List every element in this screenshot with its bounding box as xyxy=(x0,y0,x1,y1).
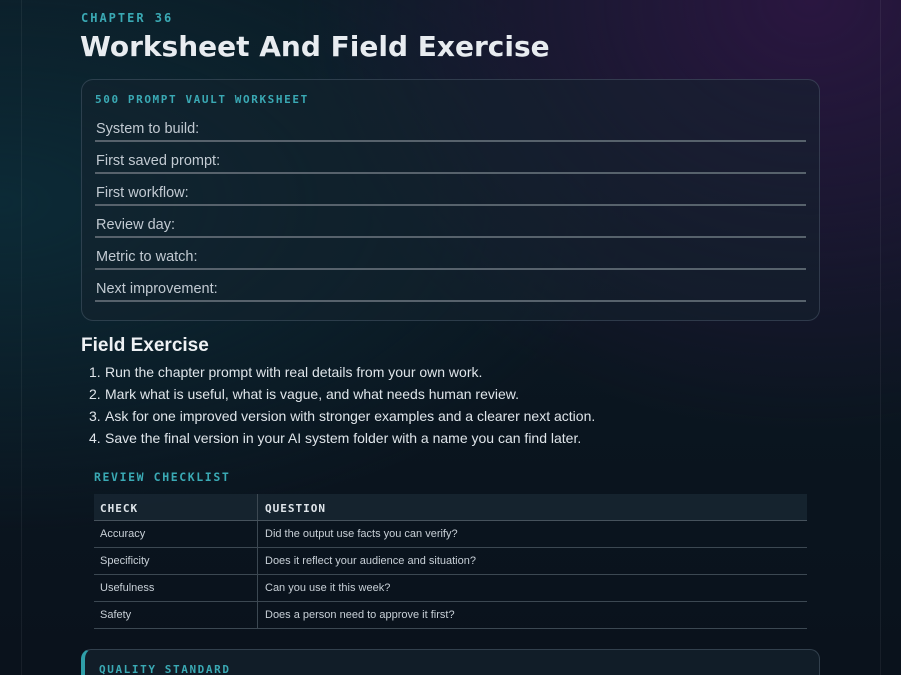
left-edge-line xyxy=(21,0,22,675)
chapter-label: CHAPTER 36 xyxy=(81,11,174,25)
question-cell: Can you use it this week? xyxy=(265,582,391,594)
worksheet-field-review-day[interactable]: Review day: xyxy=(95,206,806,238)
review-checklist-table: CHECK QUESTION Accuracy Did the output u… xyxy=(94,494,807,629)
check-cell: Accuracy xyxy=(100,528,146,540)
page: CHAPTER 36 Worksheet And Field Exercise … xyxy=(0,0,901,675)
check-cell: Usefulness xyxy=(100,582,155,594)
column-divider xyxy=(257,575,258,601)
worksheet-field-label: Metric to watch: xyxy=(96,249,198,265)
column-divider xyxy=(257,494,258,520)
table-row: Safety Does a person need to approve it … xyxy=(94,602,807,629)
worksheet-field-first-prompt[interactable]: First saved prompt: xyxy=(95,142,806,174)
question-cell: Does a person need to approve it first? xyxy=(265,609,455,621)
question-cell: Does it reflect your audience and situat… xyxy=(265,555,476,567)
field-exercise-title: Field Exercise xyxy=(81,335,209,356)
list-item: 4. Save the final version in your AI syst… xyxy=(89,430,582,446)
worksheet-card: 500 PROMPT VAULT WORKSHEET System to bui… xyxy=(81,79,820,321)
quality-standard-card: QUALITY STANDARD xyxy=(81,649,820,675)
worksheet-field-label: First saved prompt: xyxy=(96,153,221,169)
column-divider xyxy=(257,548,258,574)
list-item: 3. Ask for one improved version with stro… xyxy=(89,408,596,424)
worksheet-field-label: First workflow: xyxy=(96,185,189,201)
question-cell: Did the output use facts you can verify? xyxy=(265,528,458,540)
worksheet-field-label: System to build: xyxy=(96,121,200,137)
column-header-question: QUESTION xyxy=(265,502,326,515)
list-item: 2. Mark what is useful, what is vague, an… xyxy=(89,386,519,402)
worksheet-field-system[interactable]: System to build: xyxy=(95,110,806,142)
column-divider xyxy=(257,602,258,628)
worksheet-title: 500 PROMPT VAULT WORKSHEET xyxy=(95,93,309,106)
worksheet-field-label: Review day: xyxy=(96,217,175,233)
field-exercise-list: 1. Run the chapter prompt with real detai… xyxy=(89,364,595,452)
table-row: Usefulness Can you use it this week? xyxy=(94,575,807,602)
worksheet-field-next-improvement[interactable]: Next improvement: xyxy=(95,270,806,302)
table-row: Accuracy Did the output use facts you ca… xyxy=(94,521,807,548)
list-item: 1. Run the chapter prompt with real detai… xyxy=(89,364,483,380)
right-edge-line xyxy=(880,0,881,675)
worksheet-field-label: Next improvement: xyxy=(96,281,218,297)
check-cell: Safety xyxy=(100,609,132,621)
column-divider xyxy=(257,521,258,547)
worksheet-field-metric[interactable]: Metric to watch: xyxy=(95,238,806,270)
table-row: Specificity Does it reflect your audienc… xyxy=(94,548,807,575)
review-checklist-title: REVIEW CHECKLIST xyxy=(94,470,231,484)
page-title: Worksheet And Field Exercise xyxy=(80,30,550,63)
check-cell: Specificity xyxy=(100,555,150,567)
worksheet-field-first-workflow[interactable]: First workflow: xyxy=(95,174,806,206)
column-header-check: CHECK xyxy=(100,502,139,515)
quality-standard-title: QUALITY STANDARD xyxy=(99,663,231,675)
table-header: CHECK QUESTION xyxy=(94,494,807,521)
